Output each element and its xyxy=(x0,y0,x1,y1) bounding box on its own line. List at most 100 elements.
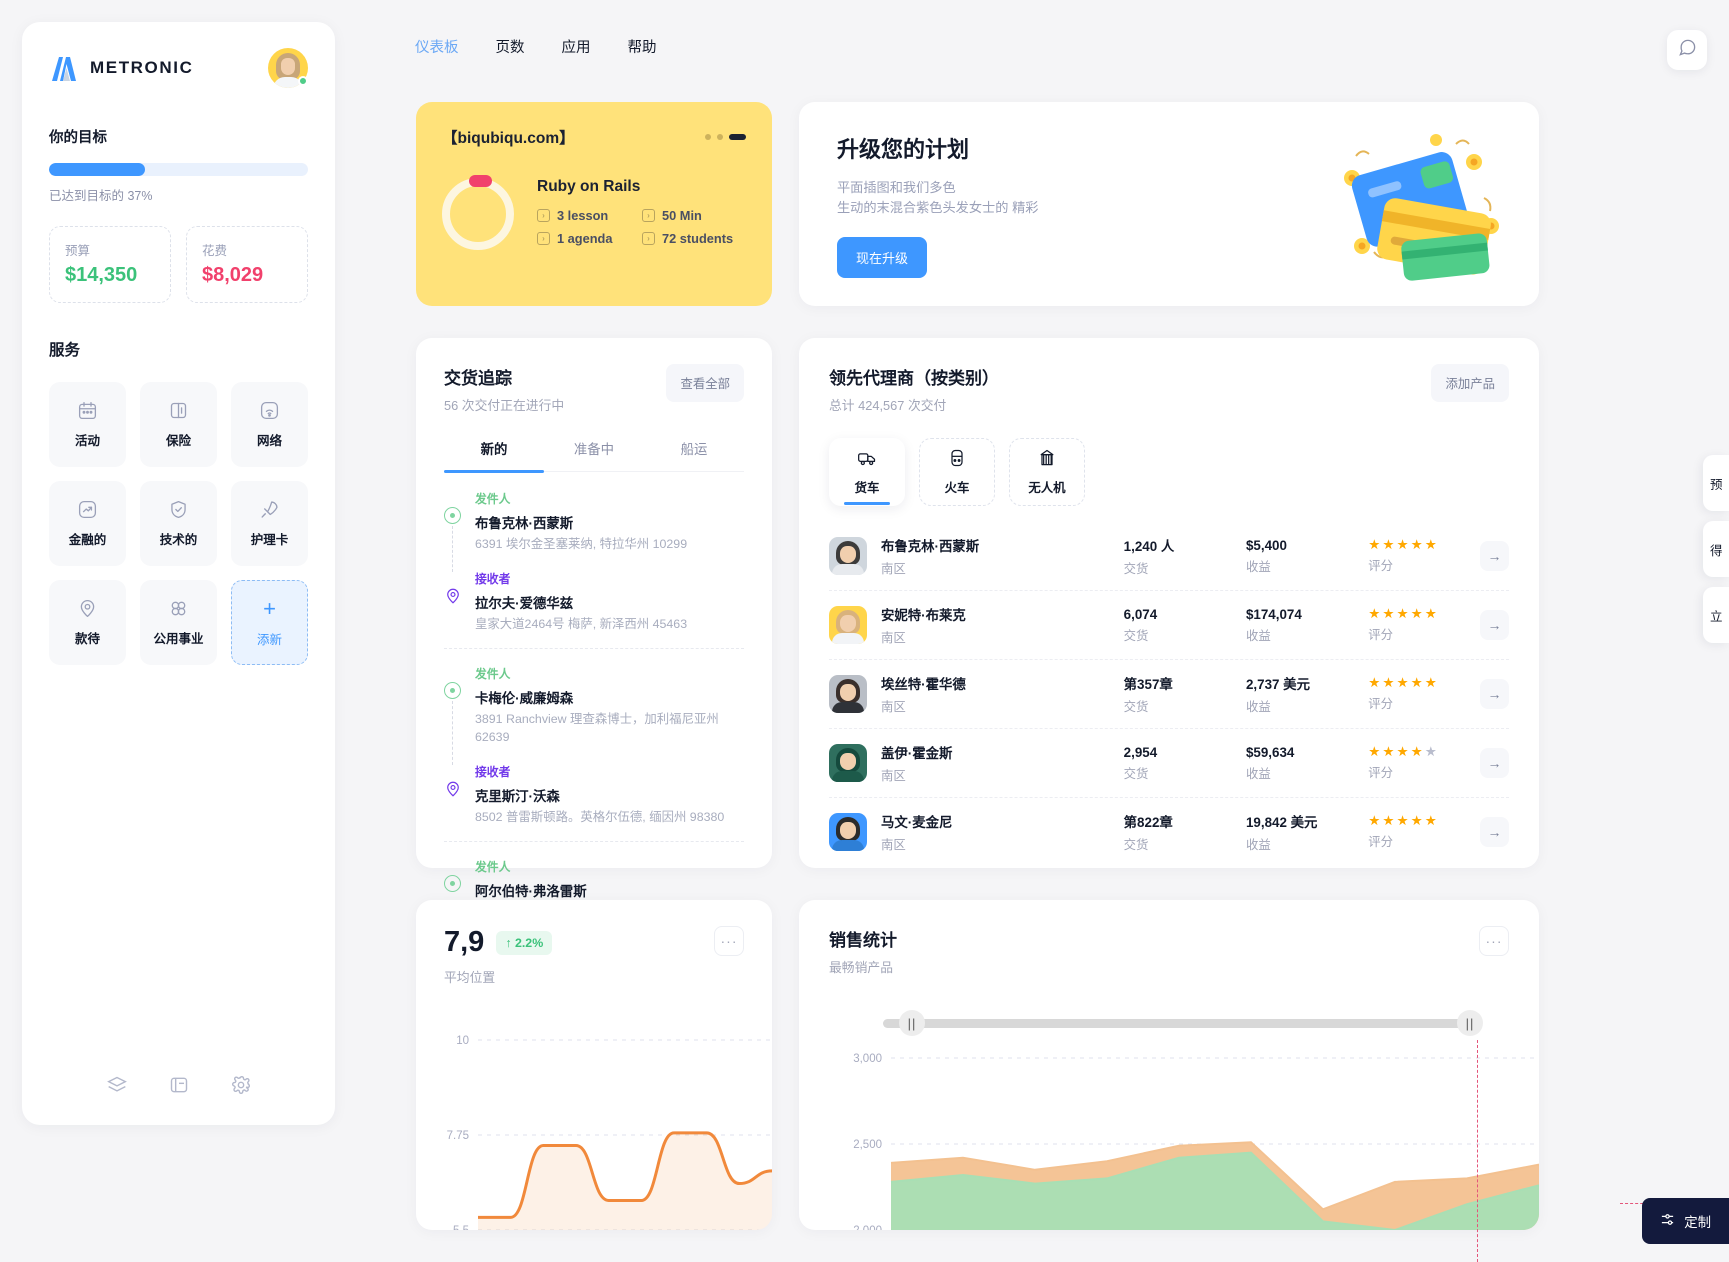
service-tile-6[interactable]: 款待 xyxy=(49,580,126,665)
delivery-tabs: 新的 准备中 船运 xyxy=(444,438,744,473)
gear-icon[interactable] xyxy=(231,1075,251,1095)
position-card-header: 7,9 ↑ 2.2% 平均位置 ··· xyxy=(444,926,744,986)
agent-mode-0[interactable]: 货车 xyxy=(829,438,905,506)
star-icon: ★ xyxy=(1410,537,1423,553)
sender-icon-col xyxy=(444,858,462,900)
ellipsis-icon[interactable]: ··· xyxy=(714,926,744,956)
carousel-dot-active[interactable] xyxy=(729,134,746,140)
brand[interactable]: METRONIC xyxy=(49,55,193,81)
delivery-sender-row: 发件人 阿尔伯特·弗洛雷斯 xyxy=(444,858,744,900)
average-position-card: 7,9 ↑ 2.2% 平均位置 ··· 10 7.75 5.5 xyxy=(416,900,772,1230)
agent-mode-2[interactable]: 无人机 xyxy=(1009,438,1085,506)
add-product-button[interactable]: 添加产品 xyxy=(1431,364,1509,402)
star-icon: ★ xyxy=(1396,606,1409,622)
upgrade-now-button[interactable]: 现在升级 xyxy=(837,236,928,278)
table-row[interactable]: 布鲁克林·西蒙斯 南区 1,240 人交货 $5,400 收益 ★ ★ ★ ★ ★ 评分 → xyxy=(829,522,1509,591)
row-detail-arrow-button[interactable]: → xyxy=(1479,748,1509,778)
course-site-label: 【biqubiqu.com】 xyxy=(442,130,575,147)
metronic-logo-icon xyxy=(49,55,79,81)
online-status-dot xyxy=(298,76,308,86)
nav-item-0[interactable]: 仪表板 xyxy=(415,36,459,57)
delivery-col: 6,074 交货 xyxy=(1124,607,1246,644)
sales-range-slider[interactable]: || || xyxy=(829,1010,1509,1036)
service-tile-2[interactable]: 网络 xyxy=(231,382,308,467)
table-row[interactable]: 埃丝特·霍华德 南区 第357章 交货 2,737 美元 收益 ★ ★ ★ ★ ★ 评分 → xyxy=(829,660,1509,729)
customize-button[interactable]: 定制 xyxy=(1642,1198,1729,1244)
service-label: 技术的 xyxy=(159,533,198,547)
service-tile-7[interactable]: 公用事业 xyxy=(140,580,217,665)
row-detail-arrow-button[interactable]: → xyxy=(1479,817,1509,847)
agent-name-col: 盖伊·霍金斯 南区 xyxy=(881,742,1124,784)
receiver-name: 克里斯汀·沃森 xyxy=(475,788,560,804)
origin-circle-icon xyxy=(444,507,461,524)
row-detail-arrow-button[interactable]: → xyxy=(1479,679,1509,709)
delivery-label: 交货 xyxy=(1123,838,1149,852)
delivery-tab-1[interactable]: 准备中 xyxy=(544,438,644,471)
rating-stars: ★ ★ ★ ★ ★ xyxy=(1368,607,1480,621)
chevron-right-icon: › xyxy=(537,232,550,245)
sliders-icon xyxy=(1660,1212,1675,1230)
course-meta-label: 3 lesson xyxy=(557,208,609,223)
delivery-group-1: 发件人 卡梅伦·威廉姆森 3891 Ranchview 理查森博士，加利福尼亚州 6… xyxy=(444,665,744,842)
peek-item-1[interactable]: 得 xyxy=(1703,521,1729,577)
peek-item-0[interactable]: 预 xyxy=(1703,455,1729,511)
nav-item-3[interactable]: 帮助 xyxy=(628,36,657,57)
peek-item-2[interactable]: 立 xyxy=(1703,587,1729,643)
service-tile-3[interactable]: 金融的 xyxy=(49,481,126,566)
shield-check-icon xyxy=(168,499,189,520)
service-tile-4[interactable]: 技术的 xyxy=(140,481,217,566)
agent-mode-1[interactable]: 火车 xyxy=(919,438,995,506)
notes-icon[interactable] xyxy=(169,1075,189,1095)
delivery-sender-row: 发件人 布鲁克林·西蒙斯 6391 埃尔金圣塞莱纳, 特拉华州 10299 xyxy=(444,490,744,572)
revenue-col: 19,842 美元 收益 xyxy=(1246,811,1368,853)
carousel-dot-1[interactable] xyxy=(705,134,711,140)
origin-circle-icon xyxy=(444,681,461,699)
slider-handle-left[interactable]: || xyxy=(899,1010,925,1036)
agent-region: 南区 xyxy=(881,838,906,852)
service-tile-0[interactable]: 活动 xyxy=(49,382,126,467)
service-tile-1[interactable]: 保险 xyxy=(140,382,217,467)
rocket-icon xyxy=(259,499,280,520)
chat-button[interactable] xyxy=(1667,30,1707,70)
course-meta-1: › 50 Min xyxy=(642,208,733,223)
row-detail-arrow-button[interactable]: → xyxy=(1479,610,1509,640)
table-row[interactable]: 马文·麦金尼 南区 第822章 交货 19,842 美元 收益 ★ ★ ★ ★ ★ 评分 → xyxy=(829,798,1509,866)
truck-icon xyxy=(857,448,877,471)
service-tile-8[interactable]: + 添新 xyxy=(231,580,308,665)
table-row[interactable]: 安妮特·布莱克 南区 6,074 交货 $174,074 收益 ★ ★ ★ ★ ★ 评分 → xyxy=(829,591,1509,660)
slider-track[interactable] xyxy=(883,1018,1481,1028)
avatar[interactable] xyxy=(268,48,308,88)
revenue-label: 收益 xyxy=(1245,628,1271,643)
service-tile-5[interactable]: 护理卡 xyxy=(231,481,308,566)
agent-region: 南区 xyxy=(881,769,906,783)
ellipsis-icon[interactable]: ··· xyxy=(1479,926,1509,956)
revenue-label: 收益 xyxy=(1245,559,1271,574)
carousel-dots[interactable] xyxy=(705,134,746,140)
service-label: 金融的 xyxy=(68,533,107,547)
rating-stars: ★ ★ ★ ★ ★ xyxy=(1368,814,1480,828)
delivery-view-all-button[interactable]: 查看全部 xyxy=(666,364,744,402)
revenue-value: $59,634 xyxy=(1245,744,1295,760)
layers-icon[interactable] xyxy=(106,1075,127,1095)
carousel-dot-2[interactable] xyxy=(717,134,723,140)
train-icon xyxy=(947,448,967,471)
receiver-name: 拉尔夫·爱德华兹 xyxy=(475,595,574,611)
service-label: 保险 xyxy=(165,434,191,448)
delivery-value: 6,074 xyxy=(1123,606,1158,622)
revenue-label: 收益 xyxy=(1245,766,1271,781)
nav-item-1[interactable]: 页数 xyxy=(496,36,525,57)
table-row[interactable]: 盖伊·霍金斯 南区 2,954 交货 $59,634 收益 ★ ★ ★ ★ ★ 评分 → xyxy=(829,729,1509,798)
slider-handle-right[interactable]: || xyxy=(1457,1010,1483,1036)
star-icon: ★ xyxy=(1424,675,1437,691)
goal-stats: 预算 $14,350 花费 $8,029 xyxy=(49,226,308,303)
nav-item-2[interactable]: 应用 xyxy=(562,36,591,57)
star-icon: ★ xyxy=(1382,606,1395,622)
position-value: 7,9 xyxy=(444,926,485,958)
course-progress-donut xyxy=(442,175,514,250)
delivery-tab-2[interactable]: 船运 xyxy=(644,438,744,471)
sender-name: 布鲁克林·西蒙斯 xyxy=(475,516,574,531)
sales-chart: 3,000 2,500 2,000 xyxy=(799,1040,1539,1230)
delivery-tab-0[interactable]: 新的 xyxy=(444,438,544,473)
revenue-col: $59,634 收益 xyxy=(1246,745,1368,782)
row-detail-arrow-button[interactable]: → xyxy=(1479,541,1509,571)
